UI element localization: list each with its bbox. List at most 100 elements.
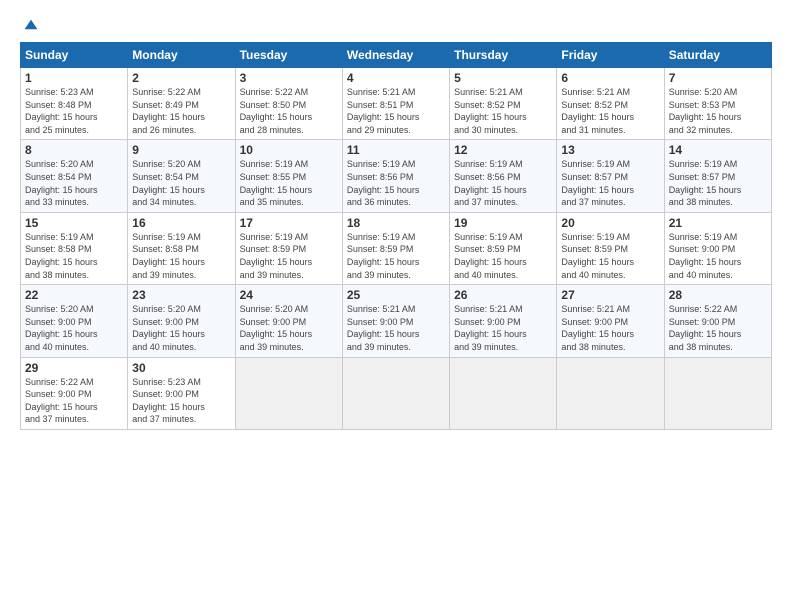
calendar-week-row: 22Sunrise: 5:20 AM Sunset: 9:00 PM Dayli… (21, 285, 772, 357)
calendar-cell: 27Sunrise: 5:21 AM Sunset: 9:00 PM Dayli… (557, 285, 664, 357)
calendar-cell: 12Sunrise: 5:19 AM Sunset: 8:56 PM Dayli… (450, 140, 557, 212)
calendar-cell: 24Sunrise: 5:20 AM Sunset: 9:00 PM Dayli… (235, 285, 342, 357)
day-info: Sunrise: 5:22 AM Sunset: 8:49 PM Dayligh… (132, 86, 230, 136)
day-info: Sunrise: 5:19 AM Sunset: 8:59 PM Dayligh… (240, 231, 338, 281)
calendar-cell: 1Sunrise: 5:23 AM Sunset: 8:48 PM Daylig… (21, 68, 128, 140)
day-number: 18 (347, 216, 445, 230)
day-info: Sunrise: 5:23 AM Sunset: 9:00 PM Dayligh… (132, 376, 230, 426)
day-info: Sunrise: 5:20 AM Sunset: 9:00 PM Dayligh… (132, 303, 230, 353)
day-info: Sunrise: 5:19 AM Sunset: 8:59 PM Dayligh… (561, 231, 659, 281)
calendar-cell: 5Sunrise: 5:21 AM Sunset: 8:52 PM Daylig… (450, 68, 557, 140)
calendar-cell: 9Sunrise: 5:20 AM Sunset: 8:54 PM Daylig… (128, 140, 235, 212)
day-number: 30 (132, 361, 230, 375)
logo-icon (23, 18, 39, 34)
day-number: 23 (132, 288, 230, 302)
calendar-cell: 2Sunrise: 5:22 AM Sunset: 8:49 PM Daylig… (128, 68, 235, 140)
day-info: Sunrise: 5:21 AM Sunset: 8:52 PM Dayligh… (454, 86, 552, 136)
calendar-cell: 4Sunrise: 5:21 AM Sunset: 8:51 PM Daylig… (342, 68, 449, 140)
day-info: Sunrise: 5:20 AM Sunset: 8:54 PM Dayligh… (25, 158, 123, 208)
calendar-cell: 15Sunrise: 5:19 AM Sunset: 8:58 PM Dayli… (21, 212, 128, 284)
calendar-cell: 6Sunrise: 5:21 AM Sunset: 8:52 PM Daylig… (557, 68, 664, 140)
calendar-cell: 28Sunrise: 5:22 AM Sunset: 9:00 PM Dayli… (664, 285, 771, 357)
calendar-cell (342, 357, 449, 429)
day-info: Sunrise: 5:20 AM Sunset: 8:54 PM Dayligh… (132, 158, 230, 208)
calendar-header-row: SundayMondayTuesdayWednesdayThursdayFrid… (21, 43, 772, 68)
day-number: 15 (25, 216, 123, 230)
day-number: 29 (25, 361, 123, 375)
col-header-thursday: Thursday (450, 43, 557, 68)
calendar-cell: 19Sunrise: 5:19 AM Sunset: 8:59 PM Dayli… (450, 212, 557, 284)
day-number: 9 (132, 143, 230, 157)
calendar-cell: 10Sunrise: 5:19 AM Sunset: 8:55 PM Dayli… (235, 140, 342, 212)
day-number: 21 (669, 216, 767, 230)
calendar-cell: 3Sunrise: 5:22 AM Sunset: 8:50 PM Daylig… (235, 68, 342, 140)
day-number: 22 (25, 288, 123, 302)
day-info: Sunrise: 5:21 AM Sunset: 8:52 PM Dayligh… (561, 86, 659, 136)
day-info: Sunrise: 5:19 AM Sunset: 8:55 PM Dayligh… (240, 158, 338, 208)
calendar-table: SundayMondayTuesdayWednesdayThursdayFrid… (20, 42, 772, 430)
day-info: Sunrise: 5:22 AM Sunset: 9:00 PM Dayligh… (25, 376, 123, 426)
day-number: 17 (240, 216, 338, 230)
calendar-week-row: 8Sunrise: 5:20 AM Sunset: 8:54 PM Daylig… (21, 140, 772, 212)
calendar-cell: 11Sunrise: 5:19 AM Sunset: 8:56 PM Dayli… (342, 140, 449, 212)
day-info: Sunrise: 5:19 AM Sunset: 8:58 PM Dayligh… (132, 231, 230, 281)
day-number: 11 (347, 143, 445, 157)
day-info: Sunrise: 5:22 AM Sunset: 9:00 PM Dayligh… (669, 303, 767, 353)
col-header-tuesday: Tuesday (235, 43, 342, 68)
calendar-cell (235, 357, 342, 429)
day-number: 6 (561, 71, 659, 85)
calendar-cell: 7Sunrise: 5:20 AM Sunset: 8:53 PM Daylig… (664, 68, 771, 140)
day-number: 16 (132, 216, 230, 230)
day-info: Sunrise: 5:21 AM Sunset: 8:51 PM Dayligh… (347, 86, 445, 136)
calendar-cell: 13Sunrise: 5:19 AM Sunset: 8:57 PM Dayli… (557, 140, 664, 212)
day-info: Sunrise: 5:20 AM Sunset: 9:00 PM Dayligh… (240, 303, 338, 353)
day-info: Sunrise: 5:21 AM Sunset: 9:00 PM Dayligh… (454, 303, 552, 353)
calendar-week-row: 15Sunrise: 5:19 AM Sunset: 8:58 PM Dayli… (21, 212, 772, 284)
day-info: Sunrise: 5:19 AM Sunset: 8:57 PM Dayligh… (561, 158, 659, 208)
day-number: 28 (669, 288, 767, 302)
col-header-wednesday: Wednesday (342, 43, 449, 68)
calendar-cell: 17Sunrise: 5:19 AM Sunset: 8:59 PM Dayli… (235, 212, 342, 284)
day-info: Sunrise: 5:19 AM Sunset: 9:00 PM Dayligh… (669, 231, 767, 281)
day-number: 8 (25, 143, 123, 157)
calendar-cell: 29Sunrise: 5:22 AM Sunset: 9:00 PM Dayli… (21, 357, 128, 429)
day-info: Sunrise: 5:20 AM Sunset: 9:00 PM Dayligh… (25, 303, 123, 353)
calendar-cell: 21Sunrise: 5:19 AM Sunset: 9:00 PM Dayli… (664, 212, 771, 284)
day-number: 7 (669, 71, 767, 85)
col-header-monday: Monday (128, 43, 235, 68)
calendar-cell: 14Sunrise: 5:19 AM Sunset: 8:57 PM Dayli… (664, 140, 771, 212)
calendar-cell: 25Sunrise: 5:21 AM Sunset: 9:00 PM Dayli… (342, 285, 449, 357)
calendar-cell (450, 357, 557, 429)
col-header-sunday: Sunday (21, 43, 128, 68)
day-number: 2 (132, 71, 230, 85)
col-header-saturday: Saturday (664, 43, 771, 68)
day-number: 27 (561, 288, 659, 302)
day-info: Sunrise: 5:19 AM Sunset: 8:59 PM Dayligh… (454, 231, 552, 281)
day-info: Sunrise: 5:19 AM Sunset: 8:57 PM Dayligh… (669, 158, 767, 208)
day-info: Sunrise: 5:20 AM Sunset: 8:53 PM Dayligh… (669, 86, 767, 136)
calendar-cell: 23Sunrise: 5:20 AM Sunset: 9:00 PM Dayli… (128, 285, 235, 357)
day-number: 20 (561, 216, 659, 230)
day-info: Sunrise: 5:21 AM Sunset: 9:00 PM Dayligh… (347, 303, 445, 353)
logo (20, 18, 39, 34)
day-info: Sunrise: 5:19 AM Sunset: 8:58 PM Dayligh… (25, 231, 123, 281)
day-info: Sunrise: 5:23 AM Sunset: 8:48 PM Dayligh… (25, 86, 123, 136)
day-number: 3 (240, 71, 338, 85)
day-number: 1 (25, 71, 123, 85)
calendar-cell: 20Sunrise: 5:19 AM Sunset: 8:59 PM Dayli… (557, 212, 664, 284)
col-header-friday: Friday (557, 43, 664, 68)
calendar-week-row: 29Sunrise: 5:22 AM Sunset: 9:00 PM Dayli… (21, 357, 772, 429)
day-number: 12 (454, 143, 552, 157)
day-number: 24 (240, 288, 338, 302)
calendar-cell: 16Sunrise: 5:19 AM Sunset: 8:58 PM Dayli… (128, 212, 235, 284)
calendar-week-row: 1Sunrise: 5:23 AM Sunset: 8:48 PM Daylig… (21, 68, 772, 140)
day-number: 13 (561, 143, 659, 157)
day-number: 14 (669, 143, 767, 157)
day-number: 4 (347, 71, 445, 85)
day-number: 19 (454, 216, 552, 230)
calendar-cell (664, 357, 771, 429)
day-info: Sunrise: 5:21 AM Sunset: 9:00 PM Dayligh… (561, 303, 659, 353)
day-info: Sunrise: 5:19 AM Sunset: 8:59 PM Dayligh… (347, 231, 445, 281)
day-info: Sunrise: 5:19 AM Sunset: 8:56 PM Dayligh… (347, 158, 445, 208)
calendar-cell: 22Sunrise: 5:20 AM Sunset: 9:00 PM Dayli… (21, 285, 128, 357)
